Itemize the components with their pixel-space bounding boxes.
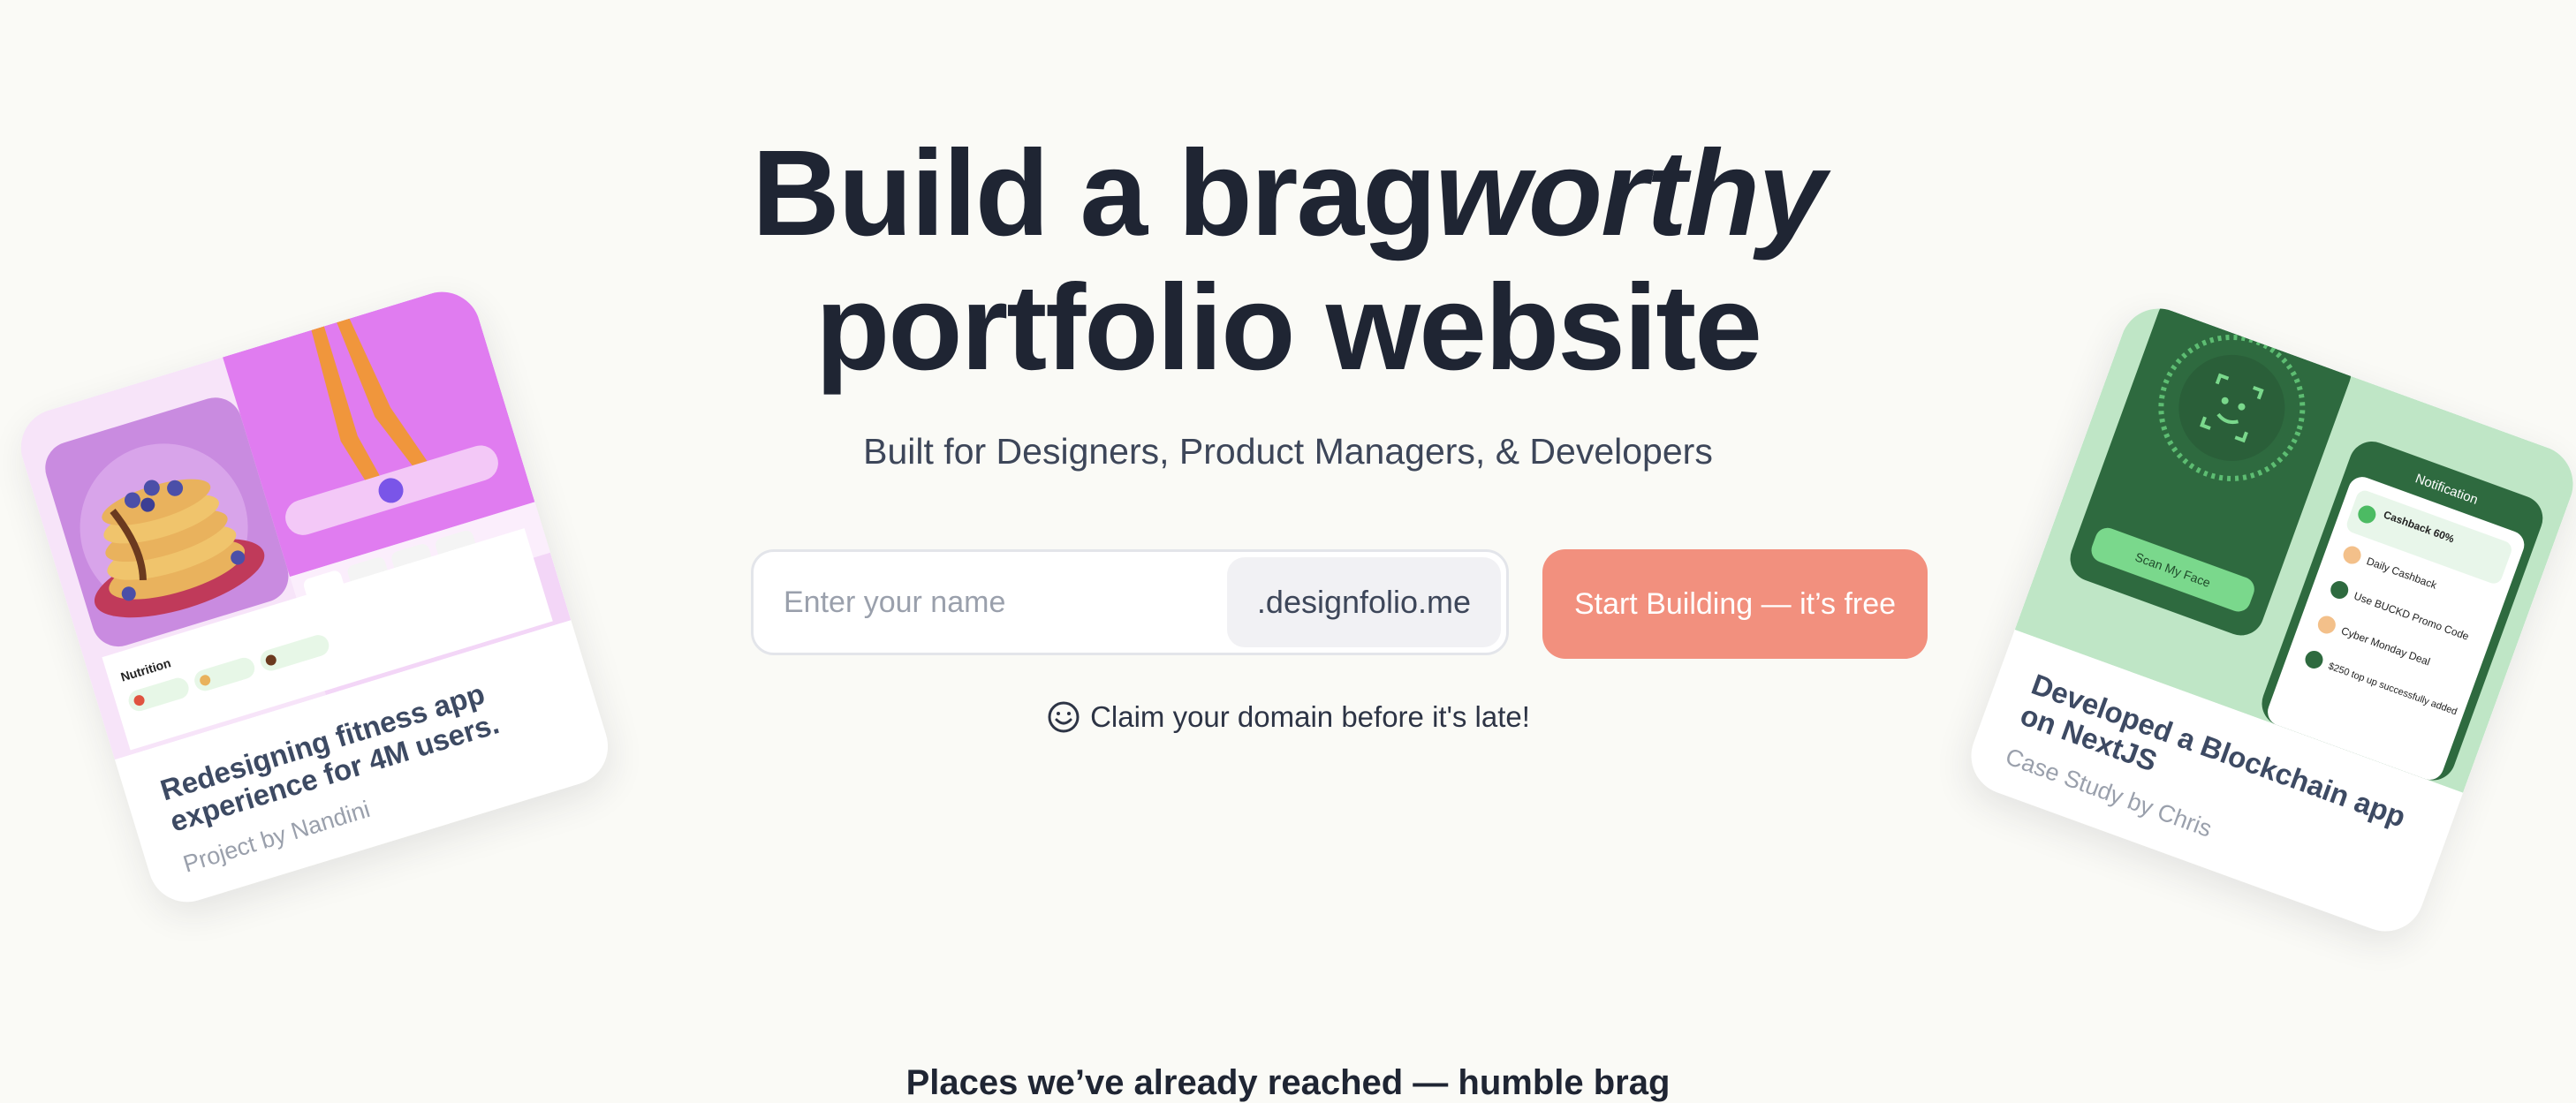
- domain-input-group: .designfolio.me: [751, 549, 1509, 655]
- hero-title-regular: Build a brag: [752, 125, 1436, 261]
- hero-section: Build a bragworthy portfolio website Bui…: [0, 0, 2576, 1102]
- hero-title-line-1: Build a bragworthy: [0, 132, 2576, 254]
- project-card-blockchain[interactable]: Scan My Face Notification Cashback 60% D…: [1960, 298, 2576, 942]
- hero-title-italic: worthy: [1435, 125, 1826, 261]
- claim-text: Claim your domain before it's late!: [1090, 700, 1530, 733]
- name-input[interactable]: [754, 552, 1234, 653]
- start-building-button[interactable]: Start Building — it’s free: [1542, 549, 1928, 659]
- places-heading: Places we’ve already reached — humble br…: [905, 1063, 1671, 1102]
- smile-icon: [1048, 701, 1080, 733]
- domain-suffix: .designfolio.me: [1227, 557, 1501, 647]
- signup-form: .designfolio.me Start Building — it’s fr…: [751, 549, 1928, 659]
